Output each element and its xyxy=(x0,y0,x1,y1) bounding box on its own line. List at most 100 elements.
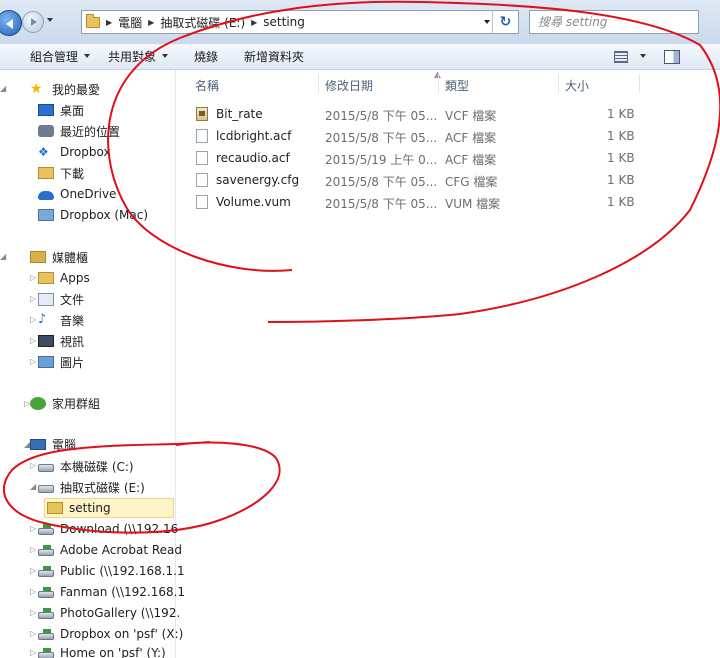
breadcrumb-removable-disk[interactable]: 抽取式磁碟 (E:) xyxy=(160,14,245,31)
expand-network-drive-icon[interactable]: ▷ xyxy=(30,524,36,533)
breadcrumb-computer[interactable]: 電腦 xyxy=(118,14,142,31)
expand-network-drive-icon[interactable]: ▷ xyxy=(30,608,36,617)
sidebar-item-recent-places[interactable]: 最近的位置 xyxy=(38,121,120,141)
sidebar-item-local-disk[interactable]: 本機磁碟 (C:) xyxy=(38,456,134,476)
breadcrumb-separator-icon[interactable]: ▶ xyxy=(148,18,154,27)
column-header-date[interactable]: 修改日期 xyxy=(325,77,373,94)
new-folder-button[interactable]: 新增資料夾 xyxy=(228,48,314,65)
breadcrumb-separator-icon[interactable]: ▶ xyxy=(106,18,112,27)
videos-icon xyxy=(38,335,54,347)
back-button[interactable] xyxy=(0,10,22,36)
sidebar-item-pictures[interactable]: 圖片 xyxy=(38,352,84,372)
column-header-type[interactable]: 類型 xyxy=(445,77,469,94)
expand-removable-disk-icon[interactable]: ◢ xyxy=(30,482,36,491)
desktop-icon xyxy=(38,104,54,116)
file-row[interactable]: Bit_rate 2015/5/8 下午 05... VCF 檔案 1 KB xyxy=(176,103,720,125)
search-input[interactable]: 搜尋 setting xyxy=(529,10,699,34)
sidebar-item-videos[interactable]: 視訊 xyxy=(38,331,84,351)
sidebar-item-network-drive[interactable]: Fanman (\\192.168.1 xyxy=(38,582,185,602)
file-type: ACF 檔案 xyxy=(445,131,497,145)
share-with-button[interactable]: 共用對象 xyxy=(100,48,178,65)
expand-network-drive-icon[interactable]: ▷ xyxy=(30,566,36,575)
view-controls xyxy=(614,44,720,70)
expand-videos-icon[interactable]: ▷ xyxy=(30,336,36,345)
file-row[interactable]: recaudio.acf 2015/5/19 上午 0... ACF 檔案 1 … xyxy=(176,147,720,169)
address-dropdown-icon[interactable] xyxy=(484,20,490,27)
sidebar-item-network-drive[interactable]: Home on 'psf' (Y:) xyxy=(38,643,166,658)
sidebar-item-documents[interactable]: 文件 xyxy=(38,289,84,309)
file-size: 1 KB xyxy=(607,151,635,165)
file-list-header: ▲ 名稱 修改日期 類型 大小 xyxy=(176,70,720,96)
music-icon: ♪ xyxy=(38,312,47,327)
sidebar-item-favorites[interactable]: ★ 我的最愛 xyxy=(30,79,100,99)
sidebar-item-setting[interactable]: setting xyxy=(44,498,174,518)
column-header-name[interactable]: 名稱 xyxy=(195,77,219,94)
pictures-icon xyxy=(38,356,54,368)
sidebar-item-label: Dropbox xyxy=(60,145,111,159)
expand-music-icon[interactable]: ▷ xyxy=(30,315,36,324)
expand-network-drive-icon[interactable]: ▷ xyxy=(30,587,36,596)
sidebar-item-computer[interactable]: 電腦 xyxy=(30,434,76,454)
file-row[interactable]: Volume.vum 2015/5/8 下午 05... VUM 檔案 1 KB xyxy=(176,191,720,213)
refresh-icon[interactable]: ↻ xyxy=(492,11,518,33)
preview-pane-icon[interactable] xyxy=(664,50,680,64)
column-divider[interactable] xyxy=(639,74,640,92)
expand-pictures-icon[interactable]: ▷ xyxy=(30,357,36,366)
sidebar-item-homegroup[interactable]: 家用群組 xyxy=(30,393,100,413)
breadcrumb-separator-icon[interactable]: ▶ xyxy=(251,18,257,27)
sidebar-item-label: 音樂 xyxy=(60,313,85,328)
forward-button[interactable] xyxy=(22,11,44,33)
sidebar-item-onedrive[interactable]: OneDrive xyxy=(38,184,116,204)
address-bar[interactable]: ▶ 電腦 ▶ 抽取式磁碟 (E:) ▶ setting ↻ xyxy=(81,10,519,34)
sidebar-item-dropbox[interactable]: ❖ Dropbox xyxy=(38,142,111,162)
recent-pages-dropdown[interactable] xyxy=(47,18,53,25)
sidebar-item-network-drive[interactable]: Download (\\192.16 xyxy=(38,519,178,539)
expand-network-drive-icon[interactable]: ▷ xyxy=(30,648,36,657)
expand-apps-icon[interactable]: ▷ xyxy=(30,273,36,282)
sidebar-item-label: OneDrive xyxy=(60,187,117,201)
chevron-down-icon xyxy=(640,54,646,61)
sidebar-item-label: 電腦 xyxy=(52,437,77,452)
burn-button[interactable]: 燒錄 xyxy=(178,48,228,65)
file-size: 1 KB xyxy=(607,173,635,187)
sidebar-item-desktop[interactable]: 桌面 xyxy=(38,100,84,120)
sidebar-item-network-drive[interactable]: Public (\\192.168.1.1 xyxy=(38,561,185,581)
sidebar-item-removable-disk[interactable]: 抽取式磁碟 (E:) xyxy=(38,477,145,497)
network-drive-icon xyxy=(38,648,54,658)
column-divider[interactable] xyxy=(558,74,559,92)
sidebar-item-label: 家用群組 xyxy=(52,396,101,411)
file-row[interactable]: lcdbright.acf 2015/5/8 下午 05... ACF 檔案 1… xyxy=(176,125,720,147)
expand-documents-icon[interactable]: ▷ xyxy=(30,294,36,303)
sidebar-item-label: 文件 xyxy=(60,292,85,307)
file-date: 2015/5/8 下午 05... xyxy=(325,175,438,189)
column-divider[interactable] xyxy=(318,74,319,92)
expand-libraries-icon[interactable]: ◢ xyxy=(0,252,6,261)
expand-favorites-icon[interactable]: ◢ xyxy=(0,84,6,93)
sidebar-item-network-drive[interactable]: Adobe Acrobat Read xyxy=(38,540,182,560)
sidebar-item-label: PhotoGallery (\\192. xyxy=(60,606,181,620)
sidebar-item-label: 最近的位置 xyxy=(60,124,121,139)
column-divider[interactable] xyxy=(438,74,439,92)
sidebar-item-network-drive[interactable]: Dropbox on 'psf' (X:) xyxy=(38,624,183,644)
chevron-down-icon xyxy=(162,54,169,61)
sidebar-item-network-drive[interactable]: PhotoGallery (\\192. xyxy=(38,603,180,623)
file-date: 2015/5/19 上午 0... xyxy=(325,153,438,167)
change-view-icon[interactable] xyxy=(614,51,628,63)
sidebar-item-music[interactable]: ♪ 音樂 xyxy=(38,310,84,330)
expand-network-drive-icon[interactable]: ▷ xyxy=(30,545,36,554)
column-header-size[interactable]: 大小 xyxy=(565,77,589,94)
sidebar-item-downloads[interactable]: 下載 xyxy=(38,163,84,183)
view-options-dropdown[interactable] xyxy=(634,50,646,64)
sidebar-item-label: 桌面 xyxy=(60,103,85,118)
organize-button[interactable]: 組合管理 xyxy=(0,48,100,65)
breadcrumb-setting[interactable]: setting xyxy=(263,15,305,29)
sidebar-item-dropbox-mac[interactable]: Dropbox (Mac) xyxy=(38,205,148,225)
expand-local-disk-icon[interactable]: ▷ xyxy=(30,461,36,470)
expand-network-drive-icon[interactable]: ▷ xyxy=(30,629,36,638)
file-row[interactable]: savenergy.cfg 2015/5/8 下午 05... CFG 檔案 1… xyxy=(176,169,720,191)
sidebar-item-label: Adobe Acrobat Read xyxy=(60,543,183,557)
downloads-folder-icon xyxy=(38,167,54,179)
sidebar-item-label: 視訊 xyxy=(60,334,85,349)
sidebar-item-apps[interactable]: Apps xyxy=(38,268,90,288)
sidebar-item-libraries[interactable]: 媒體櫃 xyxy=(30,247,88,267)
